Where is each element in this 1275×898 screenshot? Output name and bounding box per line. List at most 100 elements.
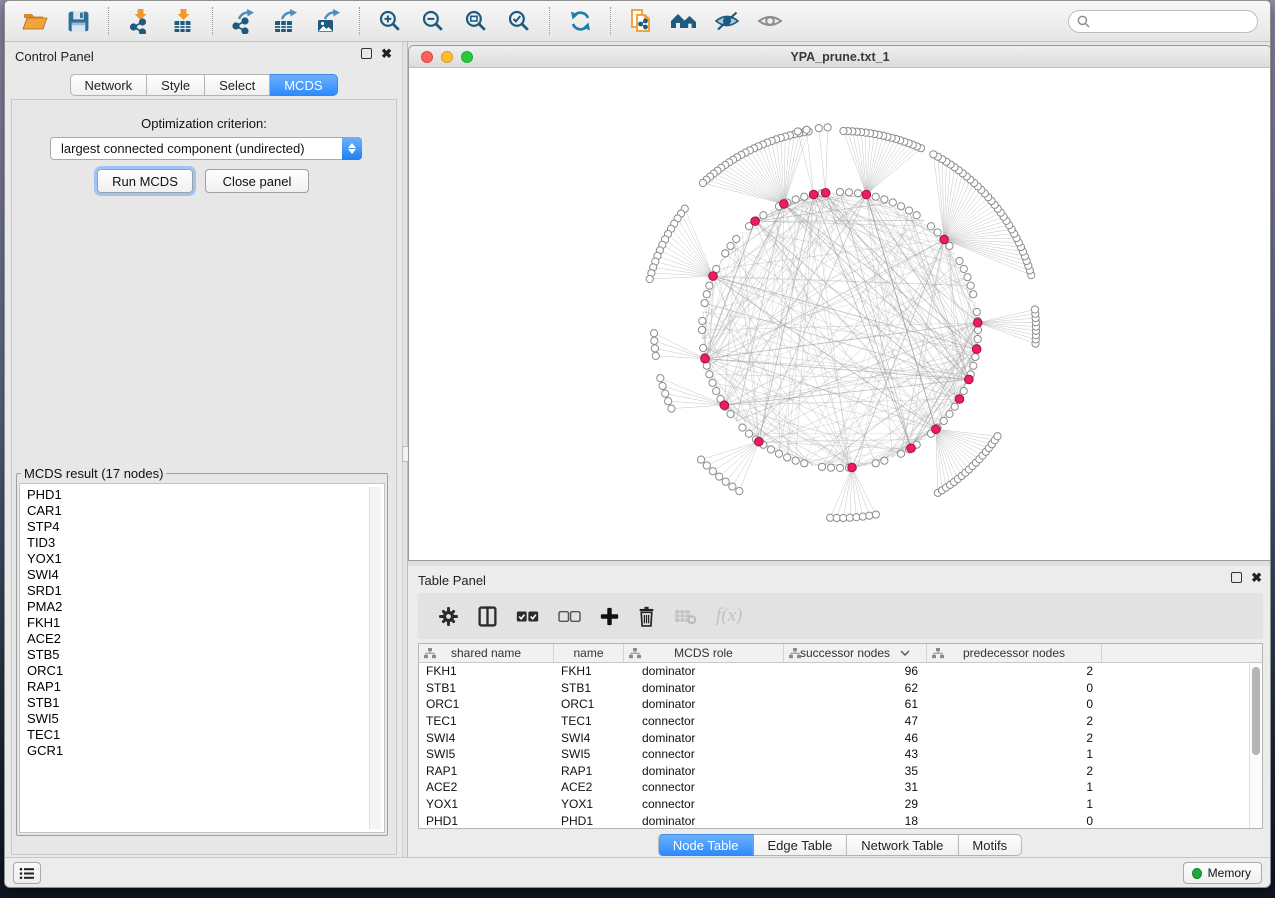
deselect-all-checks-icon[interactable] bbox=[558, 610, 581, 623]
mcds-hub-node[interactable] bbox=[974, 318, 983, 327]
mcds-hub-node[interactable] bbox=[848, 463, 857, 472]
network-node[interactable] bbox=[889, 199, 896, 206]
network-node[interactable] bbox=[709, 379, 716, 386]
network-node[interactable] bbox=[967, 282, 974, 289]
network-node[interactable] bbox=[1031, 306, 1038, 313]
result-list-item[interactable]: TEC1 bbox=[27, 727, 384, 743]
table-row[interactable]: TEC1TEC1connector472 bbox=[419, 713, 1262, 730]
mcds-hub-node[interactable] bbox=[809, 190, 818, 199]
network-node[interactable] bbox=[974, 335, 981, 342]
network-node[interactable] bbox=[854, 190, 861, 197]
tab-node-table[interactable]: Node Table bbox=[658, 834, 754, 856]
import-table-icon[interactable] bbox=[164, 5, 200, 37]
network-node[interactable] bbox=[970, 291, 977, 298]
network-node[interactable] bbox=[716, 473, 723, 480]
network-node[interactable] bbox=[733, 235, 740, 242]
network-node[interactable] bbox=[940, 417, 947, 424]
network-node[interactable] bbox=[960, 265, 967, 272]
network-node[interactable] bbox=[699, 317, 706, 324]
copy-network-icon[interactable] bbox=[623, 5, 659, 37]
result-list-item[interactable]: PHD1 bbox=[27, 487, 384, 503]
result-list-scrollbar[interactable] bbox=[369, 487, 381, 829]
mcds-hub-node[interactable] bbox=[709, 272, 718, 281]
memory-button[interactable]: Memory bbox=[1183, 862, 1262, 884]
mcds-hub-node[interactable] bbox=[940, 235, 949, 244]
close-panel-button[interactable]: Close panel bbox=[205, 169, 309, 193]
network-node[interactable] bbox=[729, 483, 736, 490]
table-row[interactable]: FKH1FKH1dominator962 bbox=[419, 663, 1262, 680]
network-node[interactable] bbox=[836, 464, 843, 471]
network-node[interactable] bbox=[872, 511, 879, 518]
table-panel-float-button[interactable] bbox=[1231, 572, 1242, 583]
tab-network-table[interactable]: Network Table bbox=[847, 834, 958, 856]
network-node[interactable] bbox=[775, 450, 782, 457]
column-header-shared-name[interactable]: shared name bbox=[419, 644, 554, 662]
network-node[interactable] bbox=[727, 410, 734, 417]
network-node[interactable] bbox=[668, 405, 675, 412]
network-node[interactable] bbox=[881, 457, 888, 464]
tab-style[interactable]: Style bbox=[147, 74, 205, 96]
network-node[interactable] bbox=[827, 464, 834, 471]
tab-edge-table[interactable]: Edge Table bbox=[753, 834, 847, 856]
mcds-hub-node[interactable] bbox=[862, 190, 871, 199]
network-node[interactable] bbox=[881, 196, 888, 203]
network-node[interactable] bbox=[803, 126, 810, 133]
network-node[interactable] bbox=[665, 398, 672, 405]
result-list-item[interactable]: YOX1 bbox=[27, 551, 384, 567]
first-neighbors-icon[interactable] bbox=[666, 5, 702, 37]
optimization-criterion-select[interactable]: largest connected component (undirected) bbox=[50, 137, 362, 160]
control-panel-float-button[interactable] bbox=[361, 48, 372, 59]
column-gear-icon[interactable] bbox=[438, 606, 459, 627]
network-node[interactable] bbox=[727, 242, 734, 249]
network-node[interactable] bbox=[722, 250, 729, 257]
result-list-item[interactable]: STB1 bbox=[27, 695, 384, 711]
table-row[interactable]: SWI5SWI5connector431 bbox=[419, 746, 1262, 763]
network-node[interactable] bbox=[697, 456, 704, 463]
network-node[interactable] bbox=[703, 291, 710, 298]
network-node[interactable] bbox=[700, 344, 707, 351]
table-scrollbar[interactable] bbox=[1249, 663, 1262, 828]
run-mcds-button[interactable]: Run MCDS bbox=[97, 169, 193, 193]
network-node[interactable] bbox=[972, 353, 979, 360]
network-node[interactable] bbox=[703, 462, 710, 469]
mcds-hub-node[interactable] bbox=[955, 395, 964, 404]
table-row[interactable]: ORC1ORC1dominator610 bbox=[419, 696, 1262, 713]
zoom-in-icon[interactable] bbox=[372, 5, 408, 37]
network-graph[interactable] bbox=[409, 68, 1271, 560]
network-node[interactable] bbox=[745, 430, 752, 437]
table-row[interactable]: PHD1PHD1dominator180 bbox=[419, 812, 1262, 829]
network-node[interactable] bbox=[946, 242, 953, 249]
network-node[interactable] bbox=[824, 124, 831, 131]
network-node[interactable] bbox=[652, 352, 659, 359]
network-node[interactable] bbox=[713, 387, 720, 394]
network-node[interactable] bbox=[836, 188, 843, 195]
table-scrollbar-thumb[interactable] bbox=[1252, 667, 1260, 755]
result-list-item[interactable]: ACE2 bbox=[27, 631, 384, 647]
network-node[interactable] bbox=[722, 478, 729, 485]
network-node[interactable] bbox=[905, 207, 912, 214]
network-node[interactable] bbox=[646, 275, 653, 282]
mcds-result-list[interactable]: PHD1CAR1STP4TID3YOX1SWI4SRD1PMA2FKH1ACE2… bbox=[19, 483, 385, 833]
network-node[interactable] bbox=[801, 193, 808, 200]
select-all-checks-icon[interactable] bbox=[516, 610, 539, 623]
import-network-icon[interactable] bbox=[121, 5, 157, 37]
result-list-item[interactable]: SRD1 bbox=[27, 583, 384, 599]
network-node[interactable] bbox=[930, 151, 937, 158]
zoom-fit-icon[interactable] bbox=[458, 5, 494, 37]
network-node[interactable] bbox=[706, 282, 713, 289]
mcds-hub-node[interactable] bbox=[720, 401, 729, 410]
column-header-predecessor-nodes[interactable]: predecessor nodes bbox=[927, 644, 1102, 662]
control-panel-close-button[interactable]: ✖ bbox=[381, 48, 392, 59]
search-input[interactable] bbox=[1095, 14, 1245, 28]
table-row[interactable]: YOX1YOX1connector291 bbox=[419, 796, 1262, 813]
network-node[interactable] bbox=[760, 212, 767, 219]
open-file-icon[interactable] bbox=[17, 5, 53, 37]
save-session-icon[interactable] bbox=[60, 5, 96, 37]
network-node[interactable] bbox=[897, 450, 904, 457]
show-all-icon[interactable] bbox=[752, 5, 788, 37]
network-node[interactable] bbox=[970, 362, 977, 369]
mcds-hub-node[interactable] bbox=[965, 375, 974, 384]
network-node[interactable] bbox=[927, 223, 934, 230]
network-node[interactable] bbox=[794, 128, 801, 135]
task-history-button[interactable] bbox=[13, 862, 41, 884]
